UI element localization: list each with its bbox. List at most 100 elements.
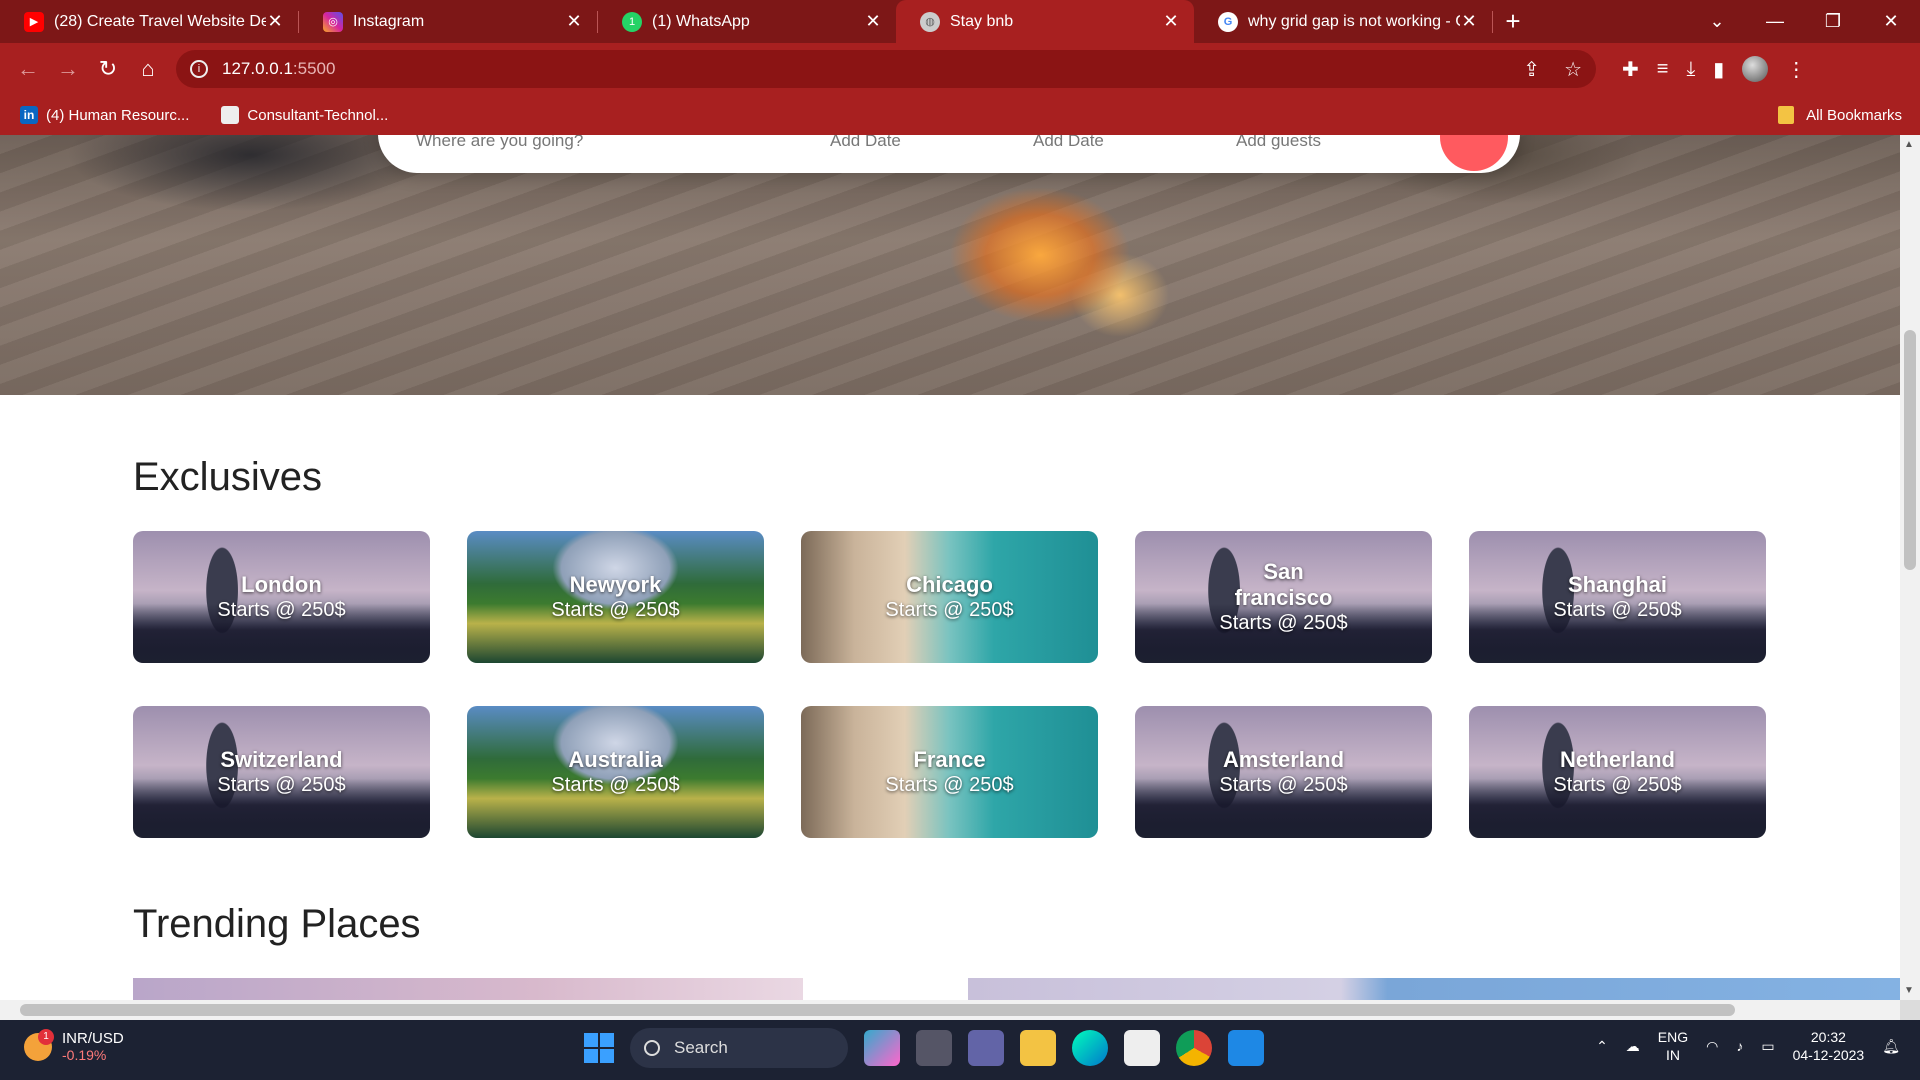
exclusive-card-netherland[interactable]: Netherland Starts @ 250$ xyxy=(1469,706,1766,838)
address-bar[interactable]: i 127.0.0.1:5500 ⇪ ☆ xyxy=(176,50,1596,88)
card-name: Amsterland xyxy=(1222,747,1345,772)
store-icon[interactable] xyxy=(1124,1030,1160,1066)
site-info-icon[interactable]: i xyxy=(190,60,208,78)
tab-instagram[interactable]: ◎ Instagram ✕ xyxy=(299,0,597,43)
battery-icon[interactable]: ▭ xyxy=(1761,1038,1774,1055)
whatsapp-icon: 1 xyxy=(622,11,642,32)
exclusive-card-switzerland[interactable]: Switzerland Starts @ 250$ xyxy=(133,706,430,838)
close-icon[interactable]: ✕ xyxy=(266,11,284,32)
task-view-icon[interactable] xyxy=(916,1030,952,1066)
vscode-icon[interactable] xyxy=(1228,1030,1264,1066)
widgets-button[interactable]: 1 INR/USD -0.19% xyxy=(24,1028,124,1063)
onedrive-icon[interactable]: ☁ xyxy=(1626,1038,1640,1055)
taskbar-search[interactable]: Search xyxy=(630,1028,848,1068)
destination-input[interactable]: Where are you going? xyxy=(416,135,583,151)
download-icon[interactable]: ⤓ xyxy=(1686,58,1695,81)
folder-icon xyxy=(1778,106,1795,124)
wifi-icon[interactable]: ◠ xyxy=(1706,1038,1718,1055)
scroll-up-icon[interactable]: ▲ xyxy=(1904,139,1914,150)
exclusive-card-newyork[interactable]: Newyork Starts @ 250$ xyxy=(467,531,764,663)
all-bookmarks-label: All Bookmarks xyxy=(1806,106,1902,124)
extensions-icon[interactable]: ✚ xyxy=(1622,57,1639,82)
url-port: :5500 xyxy=(292,59,336,78)
chrome-icon[interactable] xyxy=(1176,1030,1212,1066)
trending-card-image[interactable] xyxy=(968,978,1900,1000)
language-indicator[interactable]: ENG IN xyxy=(1658,1028,1688,1064)
browser-toolbar: ← → ↻ ⌂ i 127.0.0.1:5500 ⇪ ☆ ✚ ≡ ⤓ ▮ ⋮ xyxy=(0,43,1920,95)
exclusive-card-australia[interactable]: Australia Starts @ 250$ xyxy=(467,706,764,838)
close-window-icon[interactable]: ✕ xyxy=(1862,0,1920,43)
search-label: Search xyxy=(674,1038,728,1057)
scroll-thumb[interactable] xyxy=(20,1004,1735,1016)
forward-icon[interactable]: → xyxy=(48,49,88,89)
restore-icon[interactable]: ❐ xyxy=(1804,0,1862,43)
youtube-icon: ▶ xyxy=(24,11,44,32)
tab-whatsapp[interactable]: 1 (1) WhatsApp ✕ xyxy=(598,0,896,43)
notification-bell-icon[interactable]: 🔔︎ xyxy=(1882,1038,1900,1055)
notification-badge: 1 xyxy=(38,1028,54,1045)
scroll-thumb[interactable] xyxy=(1904,330,1916,570)
finance-widget-icon: 1 xyxy=(24,1028,54,1061)
widget-value: -0.19% xyxy=(62,1047,107,1063)
bookmark-item[interactable]: in (4) Human Resourc... xyxy=(20,106,189,124)
card-price: Starts @ 250$ xyxy=(551,599,680,621)
checkout-date-input[interactable]: Add Date xyxy=(1033,135,1104,151)
horizontal-scrollbar[interactable] xyxy=(0,1000,1900,1020)
linkedin-icon: in xyxy=(20,106,38,124)
menu-icon[interactable]: ⋮ xyxy=(1786,57,1806,82)
close-icon[interactable]: ✕ xyxy=(1460,11,1478,32)
checkin-date-input[interactable]: Add Date xyxy=(830,135,901,151)
scroll-down-icon[interactable]: ▼ xyxy=(1904,985,1914,996)
edge-icon[interactable] xyxy=(1072,1030,1108,1066)
side-panel-icon[interactable]: ▮ xyxy=(1713,57,1724,82)
bookmark-label: (4) Human Resourc... xyxy=(46,106,190,124)
start-icon[interactable] xyxy=(584,1033,614,1063)
exclusive-card-france[interactable]: France Starts @ 250$ xyxy=(801,706,1098,838)
guests-input[interactable]: Add guests xyxy=(1236,135,1321,151)
chevron-up-icon[interactable]: ⌃ xyxy=(1596,1038,1608,1055)
close-icon[interactable]: ✕ xyxy=(1162,11,1180,32)
search-bar: Where are you going? Add Date Add Date A… xyxy=(378,135,1520,173)
search-button[interactable] xyxy=(1440,135,1508,171)
close-icon[interactable]: ✕ xyxy=(565,11,583,32)
back-icon[interactable]: ← xyxy=(8,49,48,89)
vertical-scrollbar[interactable]: ▲ ▼ xyxy=(1900,135,1920,1000)
reload-icon[interactable]: ↻ xyxy=(88,49,128,89)
new-tab-button[interactable]: + xyxy=(1493,0,1533,43)
card-name: Australia xyxy=(568,747,663,772)
exclusive-card-london[interactable]: London Starts @ 250$ xyxy=(133,531,430,663)
file-explorer-icon[interactable] xyxy=(1020,1030,1056,1066)
exclusive-card-shanghai[interactable]: Shanghai Starts @ 250$ xyxy=(1469,531,1766,663)
tab-google[interactable]: G why grid gap is not working - Go ✕ xyxy=(1194,0,1492,43)
exclusive-card-chicago[interactable]: Chicago Starts @ 250$ xyxy=(801,531,1098,663)
profile-avatar[interactable] xyxy=(1742,56,1769,82)
minimize-icon[interactable]: — xyxy=(1746,0,1804,43)
teams-icon[interactable] xyxy=(968,1030,1004,1066)
all-bookmarks-button[interactable]: All Bookmarks xyxy=(1778,106,1902,124)
exclusive-card-san-francisco[interactable]: San francisco Starts @ 250$ xyxy=(1135,531,1432,663)
trending-card-image[interactable] xyxy=(133,978,803,1000)
home-icon[interactable]: ⌂ xyxy=(128,49,168,89)
close-icon[interactable]: ✕ xyxy=(864,11,882,32)
url-host: 127.0.0.1 xyxy=(222,59,293,78)
volume-icon[interactable]: ♪ xyxy=(1736,1038,1743,1054)
card-name: Shanghai xyxy=(1567,572,1667,597)
bookmark-star-icon[interactable]: ☆ xyxy=(1564,57,1582,82)
copilot-icon[interactable] xyxy=(864,1030,900,1066)
card-price: Starts @ 250$ xyxy=(217,599,346,621)
taskbar-apps: Search xyxy=(584,1028,1264,1068)
share-icon[interactable]: ⇪ xyxy=(1523,57,1540,82)
bookmark-item[interactable]: Consultant-Technol... xyxy=(221,106,388,124)
tab-youtube[interactable]: ▶ (28) Create Travel Website Desig ✕ xyxy=(0,0,298,43)
bookmarks-bar: in (4) Human Resourc... Consultant-Techn… xyxy=(0,95,1920,135)
tab-title: why grid gap is not working - Go xyxy=(1248,12,1460,30)
card-price: Starts @ 250$ xyxy=(885,774,1014,796)
window-controls: ⌄ — ❐ ✕ xyxy=(1688,0,1920,43)
tab-search-icon[interactable]: ⌄ xyxy=(1688,0,1746,43)
media-queue-icon[interactable]: ≡ xyxy=(1657,58,1669,81)
search-icon xyxy=(1463,135,1485,137)
exclusive-card-amsterland[interactable]: Amsterland Starts @ 250$ xyxy=(1135,706,1432,838)
card-name: Netherland xyxy=(1560,747,1675,772)
clock[interactable]: 20:32 04-12-2023 xyxy=(1793,1028,1865,1064)
tab-stay-bnb[interactable]: ◍ Stay bnb ✕ xyxy=(896,0,1194,43)
